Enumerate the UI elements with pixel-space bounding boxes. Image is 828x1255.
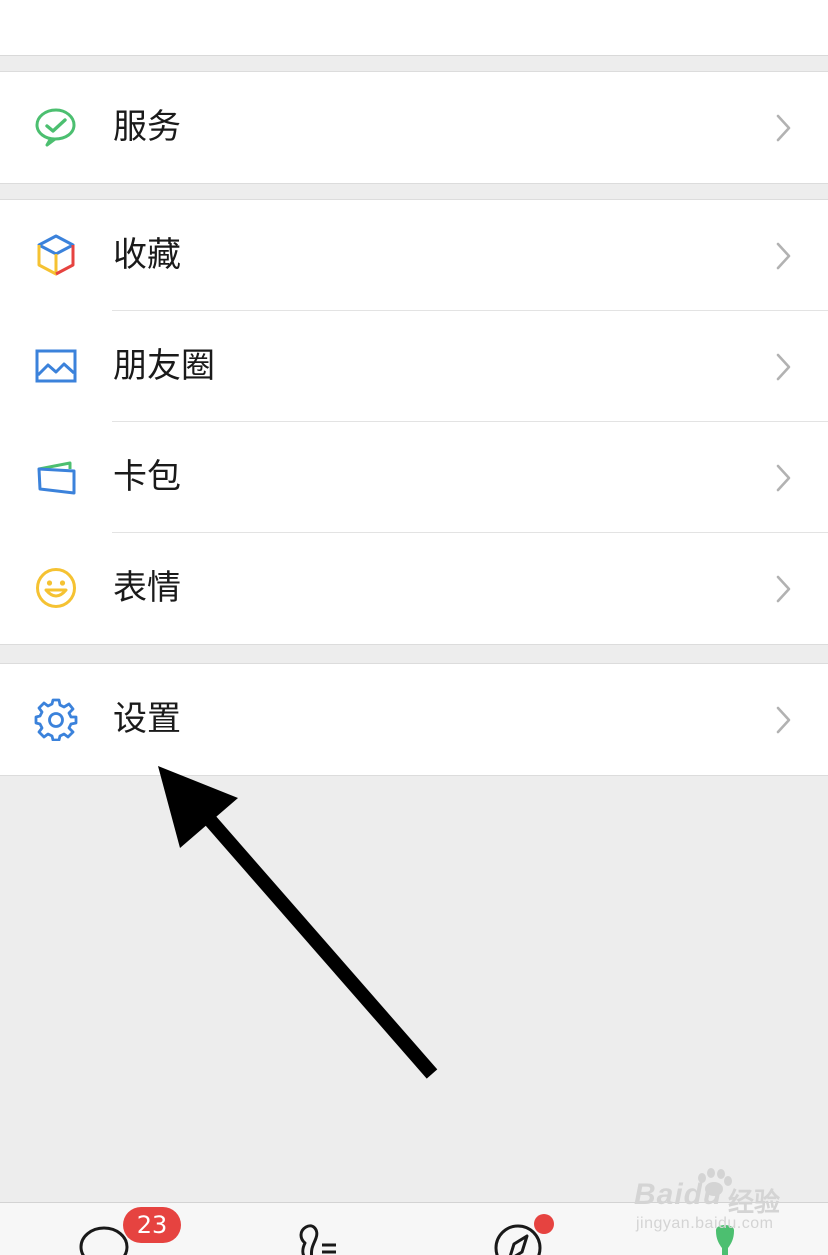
watermark-brand: Baidu — [634, 1178, 723, 1211]
wechat-pay-icon — [35, 108, 76, 147]
baidu-jingyan-watermark: Baidu 经验 jingyan.baidu.com — [632, 1168, 792, 1238]
smiley-icon — [36, 568, 76, 608]
menu-item-services[interactable]: 服务 — [0, 72, 828, 183]
wallet-icon — [37, 461, 76, 495]
chevron-right-icon — [776, 464, 791, 492]
watermark-cn: 经验 — [728, 1187, 781, 1217]
chevron-right-icon — [776, 353, 791, 381]
menu-item-cards[interactable]: 卡包 — [0, 422, 828, 533]
cube-icon — [37, 234, 75, 276]
menu-item-stickers[interactable]: 表情 — [0, 533, 828, 644]
discover-red-dot — [534, 1214, 554, 1234]
menu-item-favorites[interactable]: 收藏 — [0, 200, 828, 311]
watermark-url: jingyan.baidu.com — [636, 1215, 774, 1232]
menu-item-settings[interactable]: 设置 — [0, 664, 828, 775]
menu-item-label: 服务 — [113, 107, 181, 147]
menu-item-moments[interactable]: 朋友圈 — [0, 311, 828, 422]
picture-icon — [35, 349, 77, 383]
unread-badge: 23 — [123, 1207, 181, 1243]
menu-group-services: 服务 — [0, 71, 828, 184]
menu-item-label: 设置 — [113, 699, 181, 739]
gear-icon — [34, 698, 78, 741]
chevron-right-icon — [776, 242, 791, 270]
chevron-right-icon — [776, 706, 791, 734]
chevron-right-icon — [776, 114, 791, 142]
top-header-area — [0, 0, 828, 56]
menu-item-label: 卡包 — [113, 457, 181, 497]
wechat-me-page: 服务 收藏 朋友圈 卡包 表情 设置 23 Baidu 经验 jingyan.b… — [0, 0, 828, 1255]
menu-item-label: 收藏 — [113, 235, 181, 275]
menu-group-content: 收藏 朋友圈 卡包 表情 — [0, 199, 828, 645]
contacts-icon[interactable] — [292, 1221, 352, 1255]
menu-item-label: 朋友圈 — [113, 346, 215, 386]
menu-group-settings: 设置 — [0, 663, 828, 776]
chevron-right-icon — [776, 575, 791, 603]
menu-item-label: 表情 — [113, 568, 181, 608]
